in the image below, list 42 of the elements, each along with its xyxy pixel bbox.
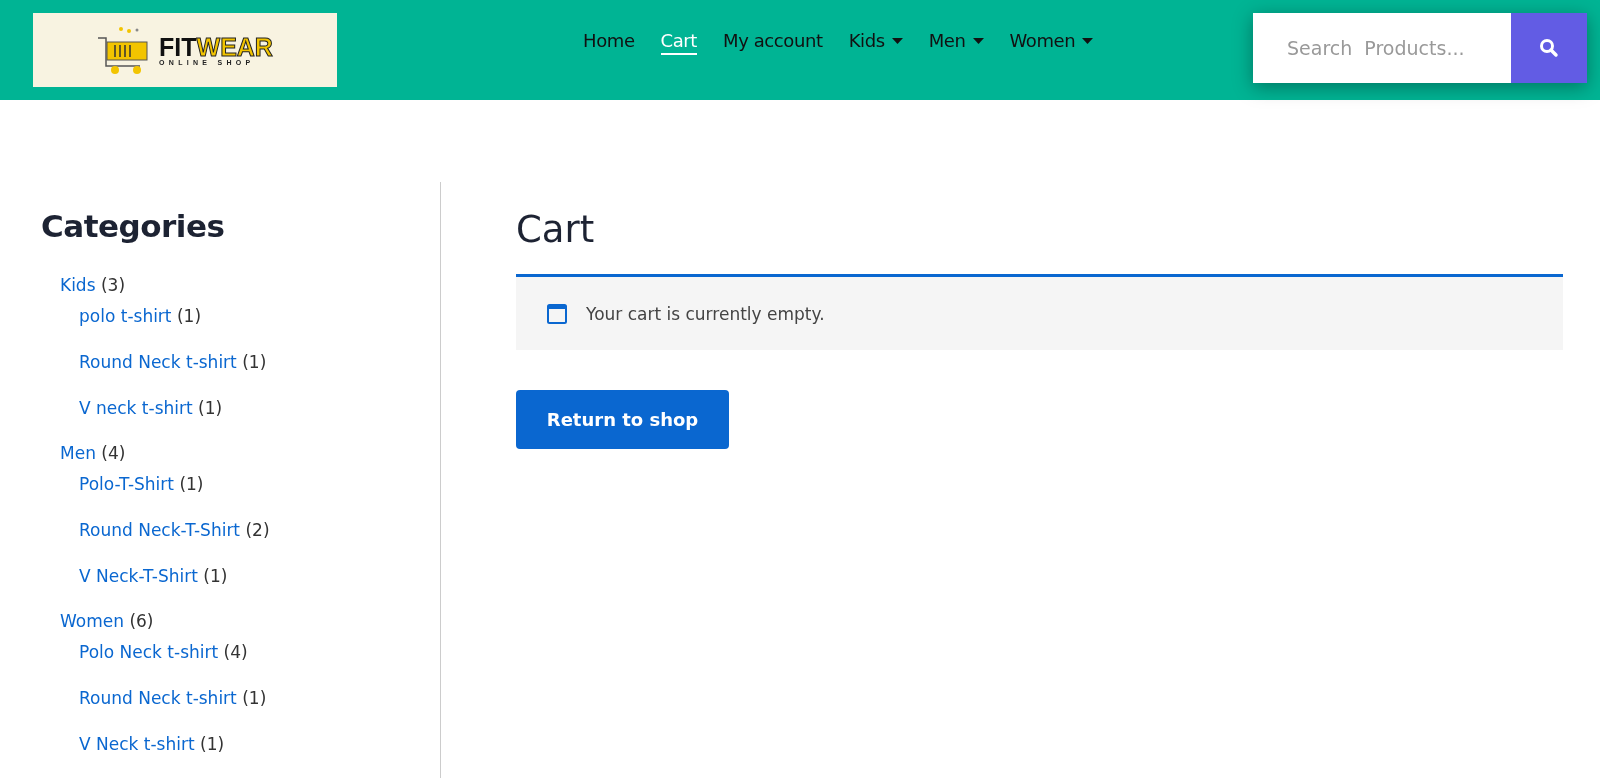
category-link[interactable]: Polo Neck t-shirt <box>79 642 219 662</box>
category-link[interactable]: Men <box>60 443 96 463</box>
category-link[interactable]: Women <box>60 611 124 631</box>
category-link[interactable]: Round Neck t-shirt <box>79 688 237 708</box>
category-count: (1) <box>203 566 228 586</box>
category-link[interactable]: Polo-T-Shirt <box>79 474 174 494</box>
sidebar-heading: Categories <box>41 208 226 244</box>
category-count: (4) <box>101 443 126 463</box>
category-link[interactable]: Round Neck-T-Shirt <box>79 520 241 540</box>
logo-text: FIT <box>159 34 197 59</box>
category-link[interactable]: polo t-shirt <box>79 306 172 326</box>
category-count: (4) <box>223 642 248 662</box>
category-count: (1) <box>198 398 223 418</box>
category-count: (1) <box>176 306 202 326</box>
notice-text: Your cart is currently empty. <box>586 303 825 324</box>
category-count: (1) <box>242 688 267 708</box>
window-icon <box>547 303 567 324</box>
category-count: (3) <box>100 275 126 295</box>
nav-link[interactable]: Women <box>1009 30 1094 55</box>
category-link[interactable]: V Neck t-shirt <box>79 734 195 754</box>
page-title: Cart <box>516 208 596 251</box>
category-count: (2) <box>245 520 270 540</box>
category-count: (6) <box>129 611 154 631</box>
category-link[interactable]: Round Neck t-shirt <box>79 352 237 372</box>
category-count: (1) <box>200 734 225 754</box>
search-field[interactable]: Search Products... <box>1253 13 1511 83</box>
caret-icon <box>1082 37 1094 44</box>
category-link[interactable]: V Neck-T-Shirt <box>79 566 198 586</box>
search-icon <box>1539 38 1559 58</box>
category-count: (1) <box>242 352 267 372</box>
caret-icon <box>972 37 984 44</box>
search-button[interactable] <box>1511 13 1587 83</box>
nav-link[interactable]: Kids <box>848 30 903 55</box>
category-link[interactable]: Kids <box>60 275 96 295</box>
logo-text: WEAR <box>196 34 273 59</box>
nav-link[interactable]: Men <box>928 30 984 55</box>
nav-link[interactable]: Home <box>583 30 635 55</box>
nav-link[interactable]: My account <box>723 30 823 55</box>
caret-icon <box>891 37 903 44</box>
category-link[interactable]: V neck t-shirt <box>79 398 193 418</box>
return-button[interactable]: Return to shop <box>516 390 729 449</box>
category-count: (1) <box>179 474 204 494</box>
